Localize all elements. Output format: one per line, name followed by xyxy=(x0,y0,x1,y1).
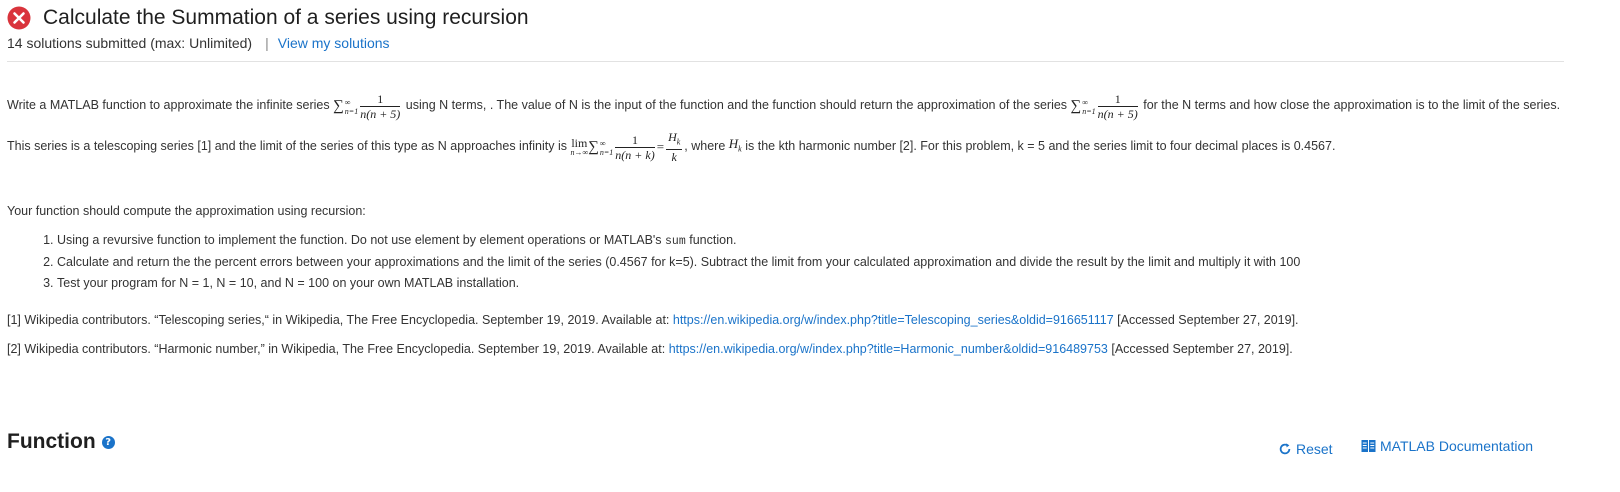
denominator: n(n + k) xyxy=(615,147,655,162)
reference-2: [2] Wikipedia contributors. “Harmonic nu… xyxy=(7,335,1567,364)
problem-header: Calculate the Summation of a series usin… xyxy=(7,6,529,51)
sum-limits: ∞ n=1 xyxy=(600,139,613,157)
view-solutions-link[interactable]: View my solutions xyxy=(278,35,390,51)
matlab-documentation-button[interactable]: MATLAB Documentation xyxy=(1361,438,1533,454)
problem-paragraph-1: Write a MATLAB function to approximate t… xyxy=(7,86,1567,168)
sum-limits: ∞ n=1 xyxy=(345,98,358,116)
steps-list: Using a revursive function to implement … xyxy=(7,230,1567,294)
reference-1: [1] Wikipedia contributors. “Telescoping… xyxy=(7,306,1567,335)
lower-limit: n=1 xyxy=(344,106,359,116)
references: [1] Wikipedia contributors. “Telescoping… xyxy=(7,306,1567,364)
equals-sign: = xyxy=(656,138,665,154)
separator: | xyxy=(265,35,269,51)
upper-limit: ∞ xyxy=(599,138,606,148)
page-title: Calculate the Summation of a series usin… xyxy=(43,6,529,29)
book-icon xyxy=(1361,440,1376,452)
numerator: 1 xyxy=(360,92,401,107)
lim-subscript: n→∞ xyxy=(570,147,589,157)
text-segment: , where xyxy=(684,138,726,153)
reference-text: [2] Wikipedia contributors. “Harmonic nu… xyxy=(7,342,666,357)
step-text: Using a revursive function to implement … xyxy=(57,233,662,248)
submission-info: 14 solutions submitted (max: Unlimited) |… xyxy=(7,35,529,51)
sum-symbol: ∑ xyxy=(333,97,344,114)
step-text: Test your program for N = 1, N = 10, and… xyxy=(57,276,520,291)
text-segment: Write a MATLAB function to approximate t… xyxy=(7,98,330,112)
sum-symbol: ∑ xyxy=(588,138,599,155)
numerator: 1 xyxy=(615,133,655,148)
question-circle-icon[interactable]: ? xyxy=(101,435,115,449)
fraction: 1 n(n + 5) xyxy=(1097,92,1138,121)
documentation-label: MATLAB Documentation xyxy=(1380,438,1534,454)
denominator: n(n + 5) xyxy=(360,106,401,121)
problem-paragraph-2: Your function should compute the approxi… xyxy=(7,204,366,219)
submission-count: 14 solutions submitted (max: Unlimited) xyxy=(7,35,253,51)
numerator: 1 xyxy=(1097,92,1138,107)
code-keyword: sum xyxy=(665,235,686,249)
text-segment: is the kth harmonic number [2]. For this… xyxy=(745,138,1336,153)
fraction: 1 n(n + 5) xyxy=(360,92,401,121)
harmonic-subscript: k xyxy=(676,137,681,147)
lower-limit: n=1 xyxy=(1082,106,1096,116)
fraction: Hk k xyxy=(666,130,683,164)
function-section-title: Function ? xyxy=(7,430,115,454)
denominator: k xyxy=(671,149,677,164)
upper-limit: ∞ xyxy=(1082,97,1088,107)
header-divider xyxy=(7,61,1564,62)
list-item: Using a revursive function to implement … xyxy=(57,230,1567,252)
upper-limit: ∞ xyxy=(344,97,351,107)
sum-symbol: ∑ xyxy=(1070,97,1082,114)
limit-operator: lim n→∞ xyxy=(570,135,589,158)
harmonic-h: H xyxy=(668,130,677,145)
reference-accessed: [Accessed September 27, 2019]. xyxy=(1111,342,1293,357)
refresh-icon xyxy=(1279,443,1291,455)
reference-accessed: [Accessed September 27, 2019]. xyxy=(1117,313,1299,328)
step-text: function. xyxy=(689,233,737,248)
numerator: Hk xyxy=(666,130,683,150)
reference-link[interactable]: https://en.wikipedia.org/w/index.php?tit… xyxy=(673,313,1114,327)
step-text: Calculate and return the the percent err… xyxy=(57,255,1301,270)
fraction: 1 n(n + k) xyxy=(615,133,655,162)
series-formula: ∑ ∞ n=1 1 n(n + 5) xyxy=(333,87,402,125)
error-x-circle-icon xyxy=(7,6,31,30)
problem-description: Write a MATLAB function to approximate t… xyxy=(7,86,1567,364)
reference-link[interactable]: https://en.wikipedia.org/w/index.php?tit… xyxy=(669,342,1108,356)
harmonic-subscript: k xyxy=(738,144,742,154)
reset-button[interactable]: Reset xyxy=(1278,441,1333,457)
series-formula: ∑ ∞ n=1 1 n(n + 5) xyxy=(1071,87,1140,125)
list-item: Test your program for N = 1, N = 10, and… xyxy=(57,273,1567,294)
harmonic-symbol: Hk xyxy=(729,125,742,169)
harmonic-h: H xyxy=(728,135,739,151)
reset-label: Reset xyxy=(1296,441,1333,457)
limit-formula: lim n→∞ ∑ ∞ n=1 1 n(n + k) = Hk k xyxy=(570,128,684,166)
reference-text: [1] Wikipedia contributors. “Telescoping… xyxy=(7,313,670,328)
function-heading: Function xyxy=(7,430,96,453)
title-row: Calculate the Summation of a series usin… xyxy=(7,6,529,30)
text-segment: using N terms, . The value of N is the i… xyxy=(405,98,1068,112)
lim-word: lim xyxy=(571,135,588,150)
lower-limit: n=1 xyxy=(599,147,614,157)
denominator: n(n + 5) xyxy=(1097,106,1138,121)
list-item: Calculate and return the the percent err… xyxy=(57,252,1567,273)
sum-limits: ∞ n=1 xyxy=(1082,98,1095,116)
